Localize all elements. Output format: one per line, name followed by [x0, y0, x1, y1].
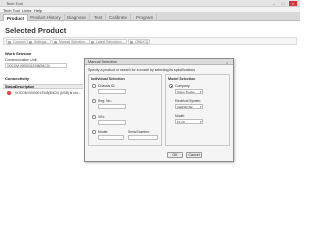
dialog-close-icon[interactable]: ×: [226, 60, 228, 65]
obd-cq-label: OBD/CQ: [135, 40, 149, 44]
serial-number-label: Serial Number:: [128, 129, 150, 134]
model-select-value: FL (2): [177, 120, 186, 124]
vin-input[interactable]: [98, 120, 126, 125]
connect-button[interactable]: Connect: [6, 39, 28, 44]
latest-selections-icon: [91, 40, 94, 44]
model-serial-radio[interactable]: [92, 130, 96, 134]
obd-cq-button[interactable]: OBD/CQ: [128, 39, 151, 44]
electrical-system-select[interactable]: VERSION2 ▾: [175, 104, 203, 109]
tab-program[interactable]: Program: [133, 14, 158, 21]
close-button[interactable]: ×: [289, 1, 297, 6]
connectivity-description: VOCOM II0000012345(B4C0) (USB) is not...: [15, 90, 81, 95]
latest-selections-label: Latest Selections...: [96, 40, 125, 44]
model-select-label: Model:: [175, 113, 185, 118]
tab-diagnose[interactable]: Diagnose: [64, 14, 91, 21]
reg-no-label: Reg. No.:: [98, 98, 113, 103]
comm-unit-field[interactable]: VOCOM II0000012345(B4C0): [5, 63, 67, 68]
latest-selections-button[interactable]: Latest Selections...: [89, 39, 127, 44]
error-status-icon: !: [7, 91, 11, 95]
ok-button[interactable]: OK: [167, 152, 183, 158]
model-label: Model:: [98, 129, 109, 134]
company-select[interactable]: Volvo Trucks ▾: [175, 89, 203, 94]
comm-unit-label: Communication Unit:: [5, 58, 38, 62]
title-bar: [0, 0, 300, 7]
tab-product-history[interactable]: Product History: [27, 14, 65, 21]
work-session-title: Work Session: [5, 51, 32, 56]
window-title: Tech Tool: [6, 1, 23, 6]
manual-selection-icon: [54, 40, 57, 44]
description-column-header: Description: [15, 84, 35, 89]
toolbar: Connect Settings... Manual Selection... …: [3, 37, 297, 45]
vin-label: VIN:: [98, 114, 105, 119]
dialog-instructions: Specify a product or search for a model …: [88, 68, 195, 72]
electrical-system-label: Electrical System:: [175, 98, 202, 103]
manual-selection-dialog: Manual Selection × Specify a product or …: [84, 58, 234, 162]
reg-no-radio[interactable]: [92, 99, 96, 103]
page-title: Selected Product: [5, 26, 67, 35]
manual-selection-label: Manual Selection...: [59, 40, 88, 44]
vin-radio[interactable]: [92, 115, 96, 119]
obd-icon: [130, 40, 133, 44]
chevron-down-icon: ▾: [199, 90, 202, 94]
settings-icon: [29, 40, 32, 44]
connect-icon: [8, 40, 11, 44]
settings-button[interactable]: Settings...: [27, 39, 52, 44]
model-selection-title: Model Selection: [168, 77, 196, 81]
reg-no-input[interactable]: [98, 104, 126, 109]
chassis-id-input[interactable]: [98, 89, 126, 94]
dialog-title: Manual Selection: [88, 60, 118, 64]
maximize-button[interactable]: □: [279, 1, 287, 6]
tab-product[interactable]: Product: [3, 14, 29, 21]
serial-number-input[interactable]: [128, 135, 158, 140]
connectivity-title: Connectivity: [5, 76, 30, 81]
company-select-value: Volvo Trucks: [177, 90, 195, 94]
chassis-id-radio[interactable]: [92, 84, 96, 88]
company-label: Company:: [175, 83, 191, 88]
manual-selection-button[interactable]: Manual Selection...: [52, 39, 90, 44]
individual-selection-group: Individual Selection Chassis ID: Reg. No…: [88, 74, 162, 146]
model-input[interactable]: [98, 135, 124, 140]
company-radio[interactable]: [169, 84, 173, 88]
chevron-down-icon: ▾: [199, 120, 202, 124]
individual-selection-title: Individual Selection: [91, 77, 125, 81]
chevron-down-icon: ▾: [199, 105, 202, 109]
tab-test[interactable]: Test: [91, 14, 107, 21]
cancel-button[interactable]: Cancel: [186, 152, 202, 158]
settings-label: Settings...: [34, 40, 50, 44]
chassis-id-label: Chassis ID:: [98, 83, 116, 88]
model-selection-group: Model Selection Company: Volvo Trucks ▾ …: [165, 74, 230, 146]
minimize-button[interactable]: –: [270, 1, 278, 6]
electrical-system-value: VERSION2: [177, 105, 193, 109]
connect-label: Connect: [13, 40, 26, 44]
tab-calibrate[interactable]: Calibrate: [106, 14, 132, 21]
model-select[interactable]: FL (2) ▾: [175, 119, 203, 124]
